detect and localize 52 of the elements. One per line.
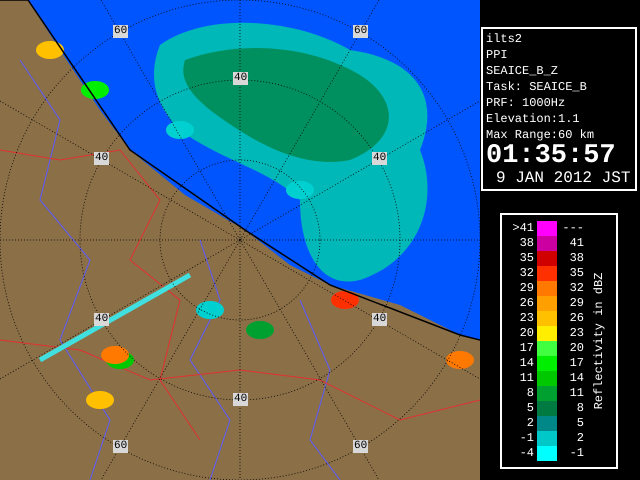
range-ring-label: 40 bbox=[233, 393, 248, 406]
legend-low-label: 17 bbox=[518, 341, 534, 356]
info-text: PPI bbox=[486, 47, 509, 63]
legend-high-label: 14 bbox=[568, 371, 584, 386]
info-text: PRF: 1000Hz bbox=[486, 95, 566, 111]
legend-title: Reflectivity in dBZ bbox=[592, 272, 606, 410]
legend-high-label: 23 bbox=[568, 326, 584, 341]
info-text: SEAICE_B_Z bbox=[486, 63, 560, 79]
range-ring-label: 60 bbox=[353, 25, 368, 38]
date-text: 9 JAN 2012 JST bbox=[495, 169, 632, 187]
legend-high-label: --- bbox=[561, 221, 584, 236]
range-ring-label: 60 bbox=[113, 440, 128, 453]
legend-high-label: 38 bbox=[568, 251, 584, 266]
info-text: Max Range:60 km bbox=[486, 127, 596, 143]
legend-low-label: 14 bbox=[518, 356, 534, 371]
legend-high-label: 32 bbox=[568, 281, 584, 296]
range-ring-label: 60 bbox=[353, 440, 368, 453]
legend-high-label: 5 bbox=[576, 416, 584, 431]
legend-low-label: 8 bbox=[526, 386, 534, 401]
range-ring-label: 40 bbox=[233, 72, 248, 85]
range-ring-label: 40 bbox=[94, 152, 110, 165]
legend-high-label: -1 bbox=[568, 446, 584, 461]
legend-low-label: 29 bbox=[518, 281, 534, 296]
legend-low-label: 2 bbox=[526, 416, 534, 431]
legend-low-label: 35 bbox=[518, 251, 534, 266]
info-text: Task: SEAICE_B bbox=[486, 79, 588, 95]
time-text: 01:35:57 bbox=[486, 143, 617, 169]
legend-low-label: >41 bbox=[511, 221, 534, 236]
legend-high-label: 2 bbox=[576, 431, 584, 446]
legend-high-label: 26 bbox=[568, 311, 584, 326]
legend-high-label: 11 bbox=[568, 386, 584, 401]
legend-low-label: 11 bbox=[518, 371, 534, 386]
legend-low-label: -4 bbox=[518, 446, 534, 461]
range-ring-label: 60 bbox=[113, 25, 128, 38]
legend-high-label: 35 bbox=[568, 266, 584, 281]
range-ring-label: 40 bbox=[372, 152, 388, 165]
legend-high-label: 17 bbox=[568, 356, 584, 371]
legend-low-label: 32 bbox=[518, 266, 534, 281]
legend-high-label: 20 bbox=[568, 341, 584, 356]
legend-high-label: 41 bbox=[568, 236, 584, 251]
info-text: Elevation:1.1 bbox=[486, 111, 581, 127]
legend-low-label: 26 bbox=[518, 296, 534, 311]
legend-low-label: 20 bbox=[518, 326, 534, 341]
legend-low-label: -1 bbox=[518, 431, 534, 446]
legend-low-label: 5 bbox=[526, 401, 534, 416]
legend-high-label: 8 bbox=[576, 401, 584, 416]
legend-low-label: 38 bbox=[518, 236, 534, 251]
range-ring-label: 40 bbox=[372, 313, 388, 326]
range-ring-label: 40 bbox=[94, 313, 110, 326]
info-text: ilts2 bbox=[486, 31, 524, 47]
legend-high-label: 29 bbox=[568, 296, 584, 311]
legend-low-label: 23 bbox=[518, 311, 534, 326]
